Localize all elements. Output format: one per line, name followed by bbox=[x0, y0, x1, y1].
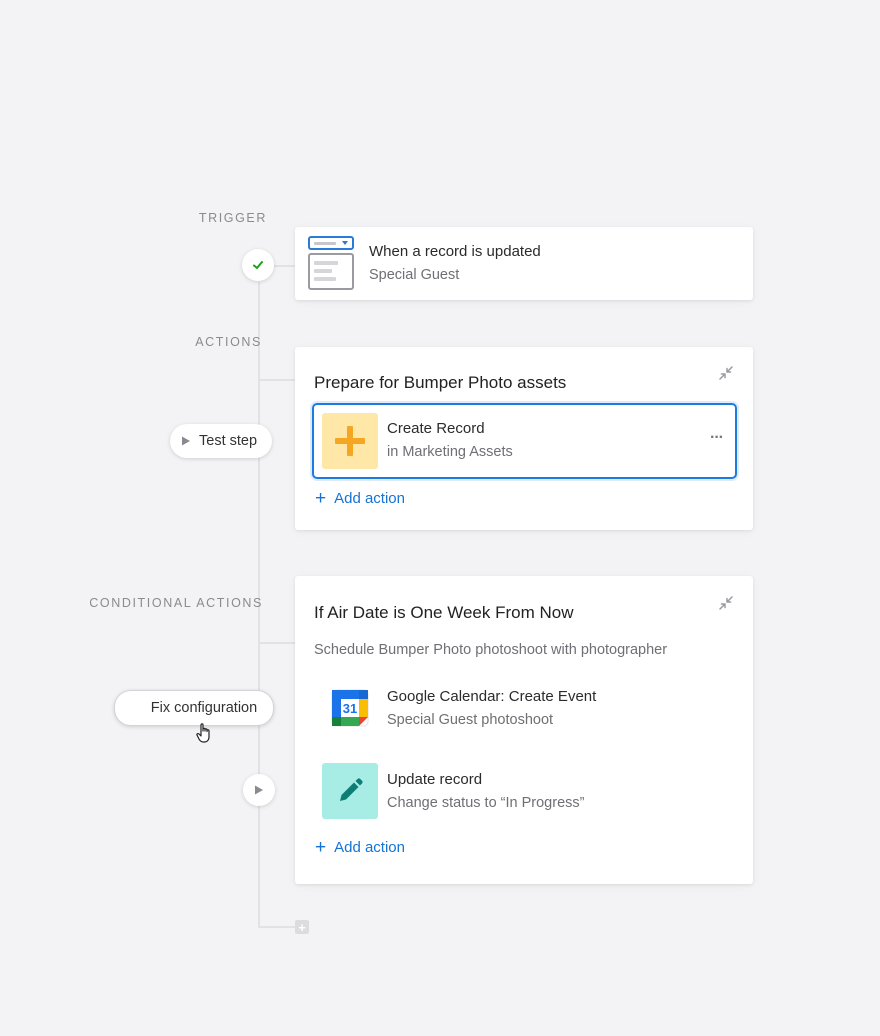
timeline-connector bbox=[258, 642, 296, 644]
pencil-icon bbox=[340, 778, 363, 801]
hand-cursor-icon bbox=[196, 723, 210, 743]
collapse-icon[interactable] bbox=[717, 364, 735, 382]
add-action-label: Add action bbox=[334, 839, 405, 856]
conditional-description: Schedule Bumper Photo photoshoot with ph… bbox=[314, 642, 668, 658]
calendar-date-text: 31 bbox=[343, 701, 357, 716]
trigger-status-button[interactable] bbox=[242, 249, 274, 281]
add-icon: + bbox=[315, 837, 327, 858]
actions-card: Prepare for Bumper Photo assets Create R… bbox=[295, 347, 753, 530]
timeline-connector bbox=[258, 926, 298, 928]
action-subtitle: Special Guest photoshoot bbox=[387, 712, 554, 728]
conditional-card: If Air Date is One Week From Now Schedul… bbox=[295, 576, 753, 884]
conditional-group-title: If Air Date is One Week From Now bbox=[314, 603, 574, 622]
test-step-button[interactable]: Test step bbox=[170, 424, 272, 458]
timeline-connector bbox=[258, 379, 296, 381]
action-title: Google Calendar: Create Event bbox=[387, 688, 597, 705]
add-step-icon[interactable]: + bbox=[295, 920, 309, 935]
update-record-icon bbox=[322, 763, 378, 819]
trigger-section-label: TRIGGER bbox=[198, 211, 267, 225]
play-icon bbox=[182, 436, 190, 446]
add-icon: + bbox=[315, 488, 327, 509]
form-record-icon bbox=[308, 236, 354, 290]
create-record-item[interactable]: Create Record in Marketing Assets ··· bbox=[312, 403, 737, 479]
more-options-icon[interactable]: ··· bbox=[710, 429, 724, 447]
add-action-button[interactable]: + Add action bbox=[315, 838, 405, 857]
fix-configuration-button[interactable]: Fix configuration bbox=[114, 690, 274, 726]
actions-group-title: Prepare for Bumper Photo assets bbox=[314, 373, 567, 392]
fix-configuration-label: Fix configuration bbox=[150, 700, 258, 716]
plus-icon bbox=[335, 426, 365, 456]
google-calendar-item[interactable]: 31 Google Calendar: Create Event Special… bbox=[322, 680, 596, 736]
trigger-card[interactable]: When a record is updated Special Guest bbox=[295, 227, 753, 300]
add-action-label: Add action bbox=[334, 490, 405, 507]
trigger-title: When a record is updated bbox=[369, 243, 541, 260]
play-icon bbox=[255, 785, 263, 795]
action-title: Create Record bbox=[387, 420, 485, 437]
test-step-label: Test step bbox=[199, 433, 258, 449]
google-calendar-icon: 31 bbox=[322, 680, 378, 736]
conditional-section-label: CONDITIONAL ACTIONS bbox=[89, 596, 263, 610]
action-subtitle: in Marketing Assets bbox=[387, 444, 513, 460]
trigger-subtitle: Special Guest bbox=[369, 267, 460, 283]
action-subtitle: Change status to “In Progress” bbox=[387, 795, 585, 811]
action-title: Update record bbox=[387, 771, 483, 788]
timeline-connector bbox=[274, 265, 296, 267]
add-action-button[interactable]: + Add action bbox=[315, 489, 405, 508]
update-record-item[interactable]: Update record Change status to “In Progr… bbox=[322, 763, 584, 819]
create-record-icon bbox=[322, 413, 378, 469]
collapse-icon[interactable] bbox=[717, 594, 735, 612]
actions-section-label: ACTIONS bbox=[195, 335, 262, 349]
check-icon bbox=[253, 261, 263, 269]
run-step-button[interactable] bbox=[243, 774, 275, 806]
